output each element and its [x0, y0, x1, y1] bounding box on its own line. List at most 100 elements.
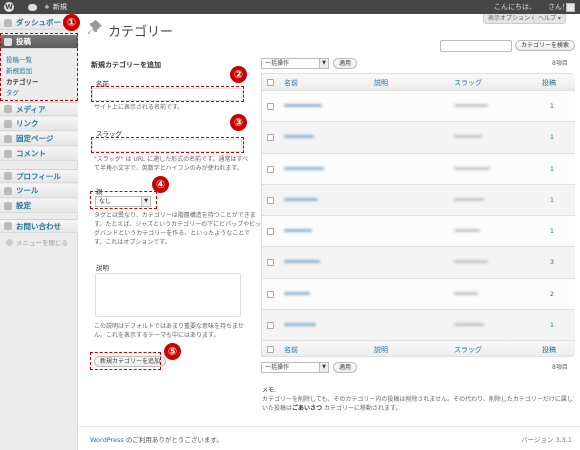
post-count[interactable]: 1 [544, 133, 554, 141]
search-categories-button[interactable]: カテゴリーを検索 [515, 40, 576, 51]
item-count-bottom: 8項目 [552, 364, 568, 371]
row-checkbox[interactable] [267, 134, 274, 142]
column-name-bottom[interactable]: 名前 [284, 345, 298, 355]
table-row: 1 [262, 90, 575, 122]
bulk-action-select-bottom[interactable]: 一括操作 ▼ [261, 362, 329, 373]
annotation-number-1: ① [63, 14, 80, 31]
new-content-link[interactable]: + 新規 [44, 0, 67, 14]
row-checkbox[interactable] [267, 259, 274, 267]
column-posts-bottom[interactable]: 投稿 [542, 345, 556, 355]
new-label: 新規 [52, 3, 67, 11]
row-checkbox[interactable] [267, 228, 274, 235]
annotation-number-3: ③ [230, 114, 247, 131]
default-category-name: ごあいさつ [292, 405, 323, 412]
table-row: 1 [262, 215, 575, 247]
description-label: 説明 [96, 264, 109, 272]
footer-thanks: WordPress のご利用ありがとうございます。 [90, 436, 223, 444]
table-row: 1 [262, 121, 575, 153]
parent-description-line2: す。たとえば、ジャズというカテゴリーの下にビバップやビッ [94, 221, 262, 228]
annotation-box-1 [0, 33, 78, 101]
category-name-blurred[interactable] [284, 166, 324, 170]
slug-description-line2: て半角小文字で、英数字とハイフンのみが使われます。 [94, 165, 243, 172]
screen-options-button[interactable]: 表示オプション ▾ [483, 14, 540, 24]
table-row: 1 [262, 152, 575, 184]
apply-button-bottom[interactable]: 適用 [333, 362, 358, 373]
page-title: カテゴリー [108, 25, 174, 40]
description-help-line2: ん。これを表示するテーマも中にはあります。 [94, 332, 220, 339]
apply-button-top[interactable]: 適用 [333, 58, 358, 69]
description-help-line1: この説明はデフォルトではあまり重要な意味を持ちませ [94, 323, 244, 330]
page-icon [4, 134, 12, 143]
annotation-number-2: ② [230, 66, 247, 83]
post-count[interactable]: 3 [544, 258, 554, 266]
row-checkbox[interactable] [267, 165, 274, 173]
table-row: 1 [262, 308, 575, 340]
post-count[interactable]: 1 [544, 227, 554, 235]
help-button[interactable]: ヘルプ ▾ [533, 14, 566, 24]
column-description-bottom[interactable]: 説明 [374, 345, 388, 355]
category-slug-blurred [454, 260, 488, 264]
menu-contact[interactable]: お問い合わせ [0, 219, 78, 233]
item-count-top: 8項目 [552, 60, 568, 67]
post-count[interactable]: 1 [544, 102, 554, 110]
menu-tools[interactable]: ツール [0, 184, 78, 198]
description-field[interactable] [95, 273, 241, 317]
category-search-input[interactable] [440, 40, 512, 52]
menu-profile[interactable]: プロフィール [0, 169, 78, 183]
mail-icon [4, 222, 12, 230]
category-slug-blurred [454, 104, 488, 107]
collapse-arrow-icon [6, 238, 13, 246]
table-row: 1 [262, 183, 575, 215]
row-checkbox[interactable] [267, 321, 274, 329]
post-count[interactable]: 2 [544, 290, 554, 298]
row-checkbox[interactable] [267, 290, 274, 298]
table-header: 名前 説明 スラッグ 投稿 [262, 74, 575, 90]
category-name-blurred[interactable] [284, 229, 312, 232]
chevron-down-icon: ▼ [319, 59, 328, 68]
category-slug-blurred [454, 229, 480, 232]
row-checkbox[interactable] [267, 103, 274, 110]
bulk-action-select-top[interactable]: 一括操作 ▼ [261, 58, 329, 69]
menu-media[interactable]: メディア [0, 102, 78, 116]
parent-description-line4: す。これはオプションです。 [94, 239, 171, 246]
category-name-blurred[interactable] [284, 197, 318, 201]
media-icon [4, 105, 12, 113]
category-name-blurred[interactable] [284, 135, 314, 139]
column-description[interactable]: 説明 [374, 78, 388, 88]
select-all-checkbox-bottom[interactable] [267, 346, 274, 353]
annotation-box-3 [91, 137, 244, 153]
add-category-heading: 新規カテゴリーを追加 [91, 61, 161, 69]
category-slug-blurred [454, 322, 484, 326]
category-slug-blurred [454, 135, 482, 139]
wrench-icon [4, 186, 12, 195]
column-slug[interactable]: スラッグ [454, 78, 482, 88]
parent-description-line3: グバンドというカテゴリーを作る、といったようなことで [94, 230, 251, 237]
collapse-menu[interactable]: メニューを閉じる [6, 237, 68, 247]
post-count[interactable]: 1 [544, 196, 554, 204]
category-name-blurred[interactable] [284, 291, 310, 295]
annotation-number-5: ⑤ [164, 343, 181, 360]
select-all-checkbox[interactable] [267, 79, 274, 86]
annotation-box-4 [90, 191, 157, 209]
column-name[interactable]: 名前 [284, 78, 298, 88]
comments-bubble-icon[interactable] [28, 0, 37, 14]
menu-links[interactable]: リンク [0, 117, 78, 131]
user-avatar[interactable] [566, 0, 575, 14]
column-posts[interactable]: 投稿 [542, 78, 556, 88]
category-name-blurred[interactable] [284, 104, 322, 107]
note-line1: カテゴリーを削除しても、そのカテゴリー内の投稿は削除されません。その代わり、削除… [262, 396, 574, 403]
user-icon [4, 172, 12, 180]
post-count[interactable]: 1 [544, 165, 554, 173]
wordpress-link[interactable]: WordPress [90, 436, 124, 444]
category-name-blurred[interactable] [284, 322, 316, 326]
comment-icon [4, 149, 12, 158]
category-name-blurred[interactable] [284, 260, 320, 264]
column-slug-bottom[interactable]: スラッグ [454, 345, 482, 355]
menu-settings[interactable]: 設定 [0, 199, 78, 213]
row-checkbox[interactable] [267, 196, 274, 204]
menu-comments[interactable]: コメント [0, 147, 78, 161]
version-text: バージョン 3.3.1 [521, 436, 572, 444]
wordpress-logo-icon[interactable]: W [4, 0, 14, 14]
post-count[interactable]: 1 [544, 321, 554, 329]
menu-pages[interactable]: 固定ページ [0, 132, 78, 146]
